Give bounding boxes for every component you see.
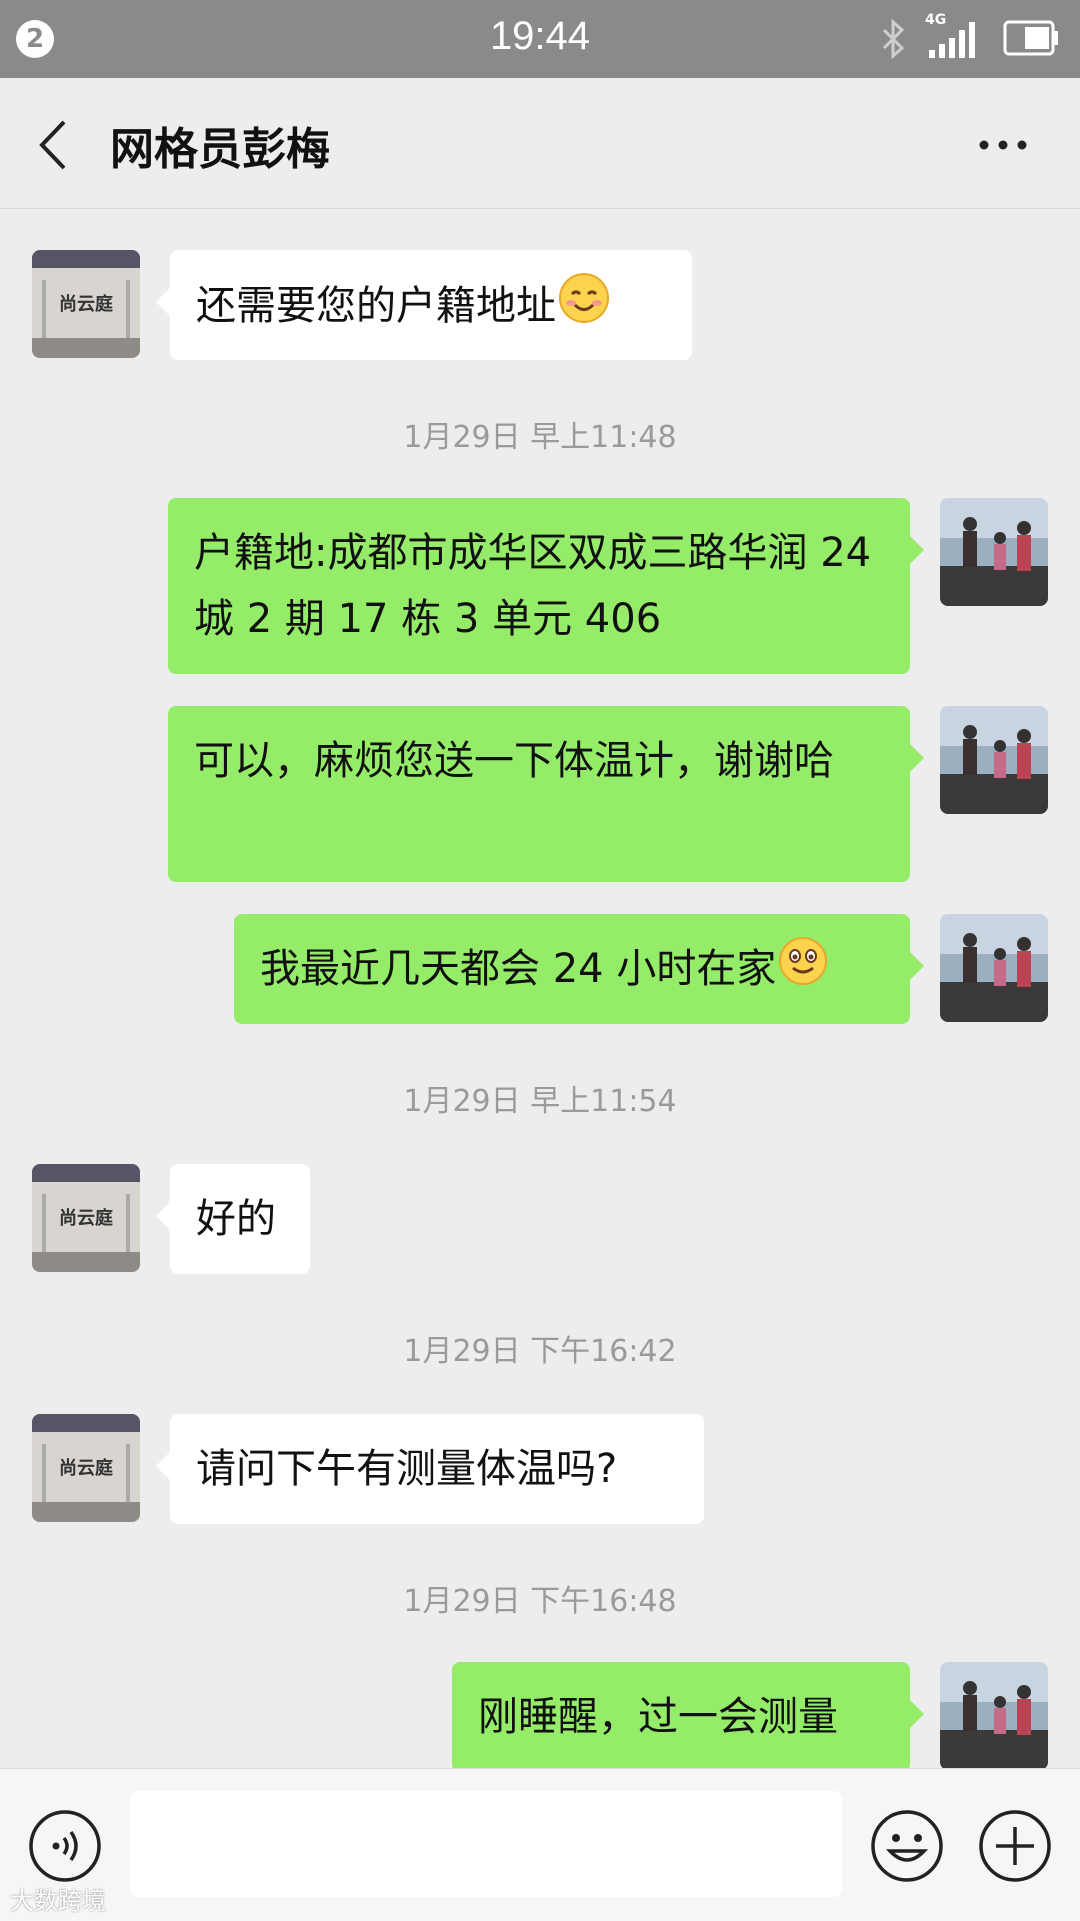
chat-header: 网格员彭梅 [0,78,1080,209]
my-avatar[interactable] [940,1662,1048,1770]
outgoing-message-bubble[interactable]: 刚睡醒，过一会测量 [452,1662,924,1772]
incoming-message-bubble[interactable]: 请问下午有测量体温吗? [156,1414,704,1524]
message-text: 户籍地:成都市成华区双成三路华润 24 城 2 期 17 栋 3 单元 406 [194,530,872,642]
contact-avatar[interactable]: 尚云庭 [32,1164,140,1272]
plus-icon [979,1810,1051,1882]
incoming-message-bubble[interactable]: 还需要您的户籍地址 [156,250,692,360]
my-avatar[interactable] [940,706,1048,814]
chat-title: 网格员彭梅 [110,124,330,175]
message-text: 还需要您的户籍地址 [196,283,556,329]
emoji-face-icon [871,1810,943,1882]
message-timestamp: 1月29日 下午16:42 [403,1334,677,1369]
avatar-sign-text: 尚云庭 [59,293,113,315]
watermark-text: 大数跨境 [10,1887,106,1915]
avatar-sign-text: 尚云庭 [59,1207,113,1229]
more-functions-button[interactable] [978,1809,1052,1887]
outgoing-message-bubble[interactable]: 我最近几天都会 24 小时在家 [234,914,924,1024]
message-text: 我最近几天都会 24 小时在家 [260,946,777,992]
emoji-button[interactable] [870,1809,944,1887]
message-text: 可以，麻烦您送一下体温计，谢谢哈 [194,738,834,784]
message-input[interactable] [130,1791,842,1897]
my-avatar[interactable] [940,914,1048,1022]
outgoing-message-bubble[interactable]: 可以，麻烦您送一下体温计，谢谢哈 [168,706,924,882]
network-type-label: 4G [925,12,947,28]
message-timestamp: 1月29日 早上11:54 [403,1084,677,1119]
voice-input-button[interactable] [28,1809,102,1887]
bluetooth-icon [878,18,908,64]
avatar-sign-text: 尚云庭 [59,1457,113,1479]
smile-emoji-icon [778,936,828,1006]
voice-icon [29,1810,101,1882]
chat-input-bar: 大数跨境 [0,1768,1080,1921]
battery-icon [1003,20,1061,60]
outgoing-message-bubble[interactable]: 户籍地:成都市成华区双成三路华润 24 城 2 期 17 栋 3 单元 406 [168,498,924,674]
message-timestamp: 1月29日 下午16:48 [403,1584,677,1619]
incoming-message-bubble[interactable]: 好的 [156,1164,310,1274]
contact-avatar[interactable]: 尚云庭 [32,1414,140,1522]
back-arrow-icon[interactable] [34,118,74,176]
message-text: 刚睡醒，过一会测量 [478,1694,838,1740]
message-text: 请问下午有测量体温吗? [196,1446,618,1492]
status-clock: 19:44 [489,14,591,58]
message-timestamp: 1月29日 早上11:48 [403,420,677,455]
more-options-icon[interactable] [978,136,1028,155]
signal-strength-icon: 4G [925,12,981,66]
contact-avatar[interactable]: 尚云庭 [32,250,140,358]
message-text: 好的 [196,1196,276,1242]
my-avatar[interactable] [940,498,1048,606]
blush-emoji-icon [558,272,610,344]
status-bar: 2 19:44 4G [0,0,1080,78]
